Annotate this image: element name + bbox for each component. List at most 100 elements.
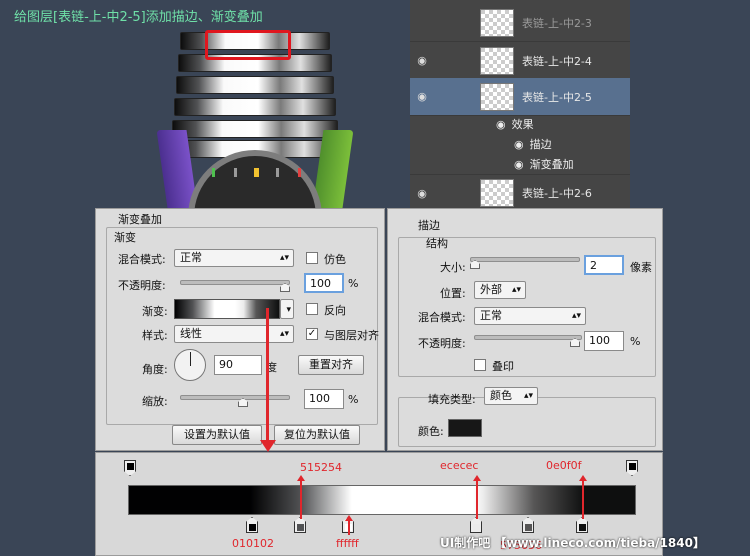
align-checkbox[interactable]: ✓ (306, 328, 318, 340)
layer-thumbnail (480, 179, 514, 207)
blend-mode-select[interactable]: 正常 ▴▾ (474, 307, 586, 325)
color-stop[interactable] (246, 517, 258, 533)
dither-checkbox[interactable] (306, 252, 318, 264)
eye-icon[interactable]: ◉ (514, 138, 524, 151)
scale-slider[interactable] (180, 395, 290, 400)
opacity-stop-right[interactable] (626, 460, 638, 476)
chevron-down-icon: ▾ (286, 305, 291, 315)
effects-row[interactable]: ◉ 效果 (496, 114, 534, 134)
overprint-checkbox[interactable] (474, 359, 486, 371)
select-arrow-icon: ▴▾ (511, 285, 521, 295)
stroke-color-swatch[interactable] (448, 419, 482, 437)
effect-name: 描边 (529, 138, 552, 151)
annotation-label: ffffff (336, 537, 359, 550)
eye-icon[interactable]: ◉ (410, 54, 434, 67)
bezel-marker (212, 168, 215, 177)
opacity-slider[interactable] (474, 335, 582, 340)
layer-name: 表链-上-中2-4 (522, 54, 592, 68)
gradient-preview[interactable] (174, 299, 280, 319)
color-stop[interactable] (470, 517, 482, 533)
group-title: 渐变 (114, 231, 136, 244)
angle-dial[interactable] (174, 349, 206, 381)
gradient-bar[interactable] (128, 485, 636, 515)
annotation-label: 010102 (232, 537, 274, 550)
opacity-input[interactable]: 100 (304, 273, 344, 293)
style-select[interactable]: 线性 ▴▾ (174, 325, 294, 343)
dialog-title: 描边 (418, 219, 440, 232)
band-link (174, 98, 336, 116)
angle-needle (190, 352, 191, 366)
color-stop-swatch (579, 524, 586, 531)
layer-row[interactable]: ◉ 表链-上-中2-6 (410, 174, 630, 212)
opacity-stop-left[interactable] (124, 460, 136, 476)
bezel-marker (234, 168, 237, 177)
angle-label: 角度: (142, 363, 168, 376)
band-link (172, 120, 338, 138)
annotation-arrow-icon (579, 475, 587, 481)
effect-name: 渐变叠加 (529, 158, 574, 171)
watermark: UI制作吧 【www.lineco.com/tieba/1840】 (440, 536, 705, 550)
size-slider[interactable] (470, 257, 580, 262)
color-stop-swatch (473, 524, 480, 531)
opacity-label: 不透明度: (418, 337, 466, 350)
opacity-input[interactable]: 100 (584, 331, 624, 351)
position-label: 位置: (440, 287, 466, 300)
effect-gradient-row[interactable]: ◉ 渐变叠加 (514, 154, 574, 174)
layer-thumbnail (480, 46, 514, 75)
blend-mode-label: 混合模式: (118, 253, 166, 266)
select-arrow-icon: ▴▾ (279, 253, 289, 263)
annotation-line (300, 481, 302, 519)
dither-label: 仿色 (324, 253, 346, 266)
layer-name: 表链-上-中2-5 (522, 90, 592, 104)
layer-thumbnail (480, 82, 514, 111)
fill-type-select[interactable]: 颜色 ▴▾ (484, 387, 538, 405)
color-stop-swatch (297, 524, 304, 531)
layer-name: 表链-上-中2-3 (522, 16, 592, 30)
stroke-dialog: 描边 结构 大小: 2 像素 位置: 外部 ▴▾ 混合模式: 正常 ▴▾ 不透明… (387, 208, 663, 451)
blend-mode-select[interactable]: 正常 ▴▾ (174, 249, 294, 267)
layer-row[interactable]: ◉ 表链-上-中2-4 (410, 42, 630, 80)
percent-label: % (630, 335, 641, 348)
color-stop[interactable] (294, 517, 306, 533)
bezel-marker (298, 168, 301, 177)
set-default-button[interactable]: 设置为默认值 (172, 425, 262, 445)
style-value: 线性 (180, 327, 202, 340)
eye-icon[interactable]: ◉ (410, 90, 434, 103)
layer-name: 表链-上-中2-6 (522, 187, 592, 200)
dialog-title: 渐变叠加 (118, 213, 162, 226)
reverse-checkbox[interactable] (306, 303, 318, 315)
annotation-label: 515254 (300, 461, 342, 474)
reset-align-button[interactable]: 重置对齐 (298, 355, 364, 375)
select-arrow-icon: ▴▾ (571, 311, 581, 321)
layer-row-selected[interactable]: ◉ 表链-上-中2-5 (410, 78, 630, 116)
band-link (176, 76, 334, 94)
angle-input[interactable]: 90 (214, 355, 262, 375)
color-stop[interactable] (522, 517, 534, 533)
reset-default-button[interactable]: 复位为默认值 (274, 425, 360, 445)
select-arrow-icon: ▴▾ (279, 329, 289, 339)
opacity-stop-swatch (127, 463, 134, 470)
opacity-slider[interactable] (180, 280, 290, 285)
connector-arrow-head (260, 440, 276, 452)
annotation-label: ececec (440, 459, 479, 472)
effects-label: 效果 (511, 118, 534, 131)
reverse-label: 反向 (324, 304, 346, 317)
blend-mode-value: 正常 (180, 251, 202, 264)
eye-icon[interactable]: ◉ (496, 118, 506, 131)
gradient-dropdown[interactable]: ▾ (280, 299, 294, 319)
align-label: 与图层对齐 (324, 329, 379, 342)
bezel-marker (254, 168, 259, 177)
scale-input[interactable]: 100 (304, 389, 344, 409)
size-input[interactable]: 2 (584, 255, 624, 275)
eye-icon[interactable]: ◉ (410, 187, 434, 200)
annotation-line (476, 481, 478, 519)
size-label: 大小: (440, 261, 466, 274)
effect-stroke-row[interactable]: ◉ 描边 (514, 134, 552, 154)
layer-thumbnail (480, 8, 514, 37)
bezel-marker (276, 168, 279, 177)
opacity-stop-swatch (629, 463, 636, 470)
position-select[interactable]: 外部 ▴▾ (474, 281, 526, 299)
eye-icon[interactable]: ◉ (514, 158, 524, 171)
layer-row[interactable]: 表链-上-中2-3 (410, 4, 630, 42)
color-stop[interactable] (576, 517, 588, 533)
